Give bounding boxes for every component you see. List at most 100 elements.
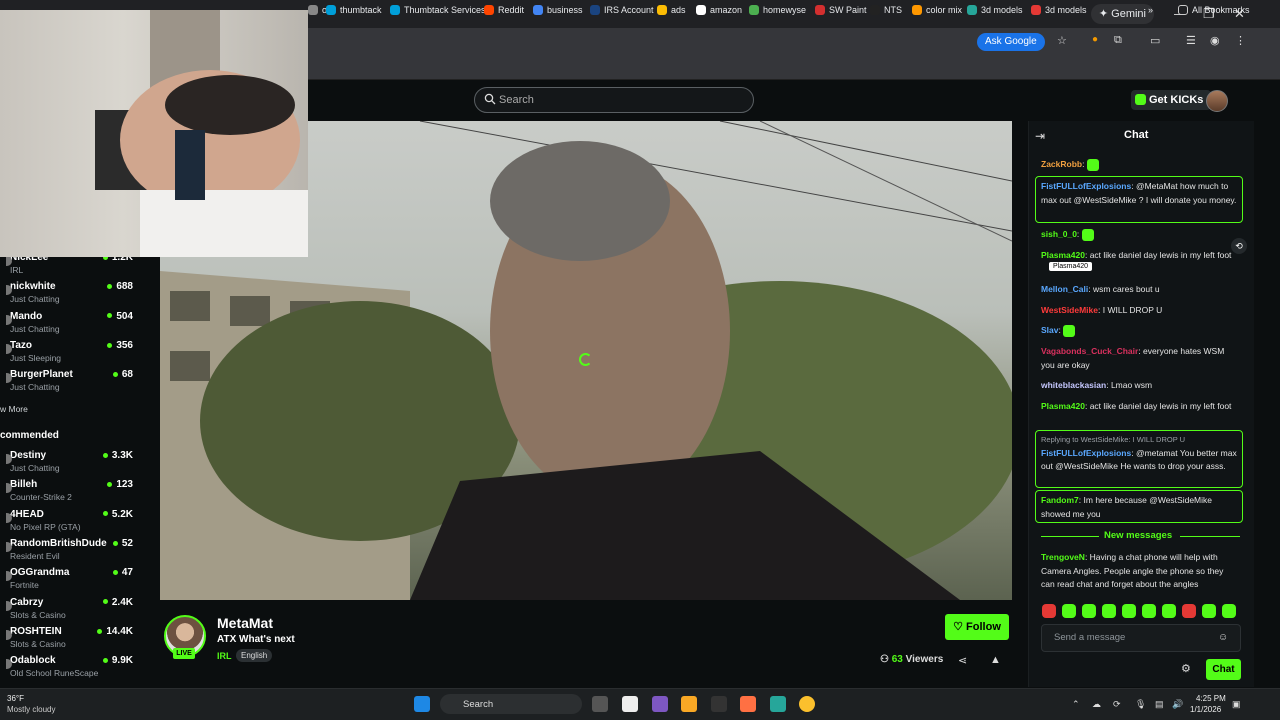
bookmark-item[interactable]: thumbtack xyxy=(326,5,382,15)
notification-icon[interactable]: ▣ xyxy=(1232,699,1241,710)
bookmark-item[interactable]: color mix xyxy=(912,5,962,15)
bookmark-item[interactable]: 3d models xyxy=(967,5,1023,15)
new-messages-banner[interactable]: New messages xyxy=(1104,530,1172,541)
app-icon[interactable] xyxy=(770,696,786,712)
chat-message[interactable]: Vagabonds_Cuck_Chair: everyone hates WSM… xyxy=(1041,345,1237,372)
emote-icon[interactable] xyxy=(1222,604,1236,618)
volume-icon[interactable]: 🔊 xyxy=(1172,699,1183,710)
chat-message[interactable]: whiteblackasian: Lmao wsm xyxy=(1041,379,1237,393)
chat-message[interactable]: Plasma420: act like daniel day lewis in … xyxy=(1041,249,1237,263)
chevron-up-icon[interactable]: ⌃ xyxy=(1072,699,1080,710)
emote-icon[interactable] xyxy=(1102,604,1116,618)
firefox-icon[interactable] xyxy=(740,696,756,712)
chat-message[interactable]: Mellon_Cali: wsm cares bout u xyxy=(1041,283,1237,297)
clock-date[interactable]: 1/1/2026 xyxy=(1190,705,1221,714)
warning-icon[interactable]: ▲ xyxy=(990,654,1001,666)
windows-start-icon[interactable] xyxy=(414,696,430,712)
chat-username[interactable]: FistFULLofExplosions xyxy=(1041,181,1131,191)
emote-icon[interactable] xyxy=(1082,604,1096,618)
sidebar-channel[interactable]: RandomBritishDude Resident Evil 52 xyxy=(6,538,134,561)
follow-button[interactable]: ♡ Follow xyxy=(945,614,1009,640)
user-avatar[interactable] xyxy=(1206,90,1228,112)
chat-message[interactable]: sish_0_0: xyxy=(1041,228,1237,242)
gear-icon[interactable]: ⚙ xyxy=(1181,662,1191,675)
chat-message[interactable]: TrengoveN: Having a chat phone will help… xyxy=(1041,551,1237,592)
chat-message[interactable]: ZackRobb: xyxy=(1041,158,1237,172)
chat-message[interactable]: Replying to WestSideMike: I WILL DROP U F… xyxy=(1041,433,1237,474)
emote-icon[interactable] xyxy=(1182,604,1196,618)
chat-username[interactable]: Fandom7 xyxy=(1041,495,1079,505)
weather-description[interactable]: Mostly cloudy xyxy=(7,705,55,714)
gemini-button[interactable]: ✦ Gemini xyxy=(1090,4,1154,24)
clock-time[interactable]: 4:25 PM xyxy=(1196,694,1226,703)
language-tag[interactable]: English xyxy=(236,649,273,662)
show-more-link[interactable]: w More xyxy=(0,404,28,414)
emote-icon[interactable] xyxy=(1122,604,1136,618)
copilot-icon[interactable] xyxy=(652,696,668,712)
bookmark-item[interactable]: homewyse xyxy=(749,5,806,15)
chevron-right-icon[interactable]: » xyxy=(1148,5,1153,15)
bookmark-item[interactable]: Reddit xyxy=(484,5,524,15)
sidebar-channel[interactable]: BurgerPlanet Just Chatting 68 xyxy=(6,369,134,392)
emote-icon[interactable] xyxy=(1142,604,1156,618)
sidebar-channel[interactable]: ROSHTEIN Slots & Casino 14.4K xyxy=(6,626,134,649)
stream-category[interactable]: IRL xyxy=(217,651,232,661)
profile-icon[interactable]: ◉ xyxy=(1210,34,1220,50)
chrome-icon[interactable] xyxy=(799,696,815,712)
collapse-chat-icon[interactable]: ⇥ xyxy=(1035,129,1045,143)
emote-icon[interactable] xyxy=(1042,604,1056,618)
chat-username[interactable]: Vagabonds_Cuck_Chair xyxy=(1041,346,1138,356)
cloud-icon[interactable]: ☁ xyxy=(1092,699,1101,710)
bookmark-item[interactable]: NTS xyxy=(870,5,902,15)
sidebar-channel[interactable]: Mando Just Chatting 504 xyxy=(6,311,134,334)
menu-icon[interactable]: ⋮ xyxy=(1235,34,1246,50)
sync-icon[interactable]: ⟳ xyxy=(1113,699,1121,710)
share-icon[interactable]: ⋖ xyxy=(958,654,967,667)
star-icon[interactable]: ☆ xyxy=(1057,34,1067,50)
weather-temperature[interactable]: 36°F xyxy=(7,694,24,703)
bookmark-item[interactable]: business xyxy=(533,5,583,15)
sidebar-channel[interactable]: Destiny Just Chatting 3.3K xyxy=(6,450,134,473)
puzzle-icon[interactable]: ⧉ xyxy=(1114,34,1122,50)
chat-message[interactable]: Fandom7: Im here because @WestSideMike s… xyxy=(1041,494,1237,521)
sidebar-channel[interactable]: OGGrandma Fortnite 47 xyxy=(6,567,134,590)
chat-username[interactable]: WestSideMike xyxy=(1041,305,1098,315)
chat-message[interactable]: Plasma420: act like daniel day lewis in … xyxy=(1041,400,1237,414)
sidebar-channel[interactable]: nickwhite Just Chatting 688 xyxy=(6,281,134,304)
sidebar-channel[interactable]: Cabrzy Slots & Casino 2.4K xyxy=(6,597,134,620)
chat-username[interactable]: ZackRobb xyxy=(1041,159,1082,169)
emoji-icon[interactable]: ☺ xyxy=(1218,632,1228,643)
task-view-icon[interactable] xyxy=(592,696,608,712)
file-explorer-icon[interactable] xyxy=(681,696,697,712)
sidebar-channel[interactable]: Tazo Just Sleeping 356 xyxy=(6,340,134,363)
notepad-icon[interactable] xyxy=(622,696,638,712)
restore-icon[interactable]: ⟲ xyxy=(1231,238,1247,254)
network-icon[interactable]: ▤ xyxy=(1155,699,1164,710)
send-chat-button[interactable]: Chat xyxy=(1206,659,1241,680)
chat-username[interactable]: Mellon_Cali xyxy=(1041,284,1088,294)
bookmark-item[interactable]: Thumbtack Services xyxy=(390,5,486,15)
ask-google-button[interactable]: Ask Google xyxy=(977,33,1045,51)
sidebar-channel[interactable]: 4HEAD No Pixel RP (GTA) 5.2K xyxy=(6,509,134,532)
extension-icon[interactable]: ● xyxy=(1092,34,1098,50)
chat-username[interactable]: TrengoveN xyxy=(1041,552,1085,562)
chat-message[interactable]: FistFULLofExplosions: @MetaMat how much … xyxy=(1041,180,1237,207)
chat-message[interactable]: Slav: xyxy=(1041,324,1237,338)
bookmark-item[interactable]: ads xyxy=(657,5,686,15)
reading-list-icon[interactable]: ☰ xyxy=(1186,34,1196,50)
channel-name[interactable]: MetaMat xyxy=(217,615,273,631)
chat-username[interactable]: Slav xyxy=(1041,325,1059,335)
chat-message[interactable]: WestSideMike: I WILL DROP U xyxy=(1041,304,1237,318)
sidebar-channel[interactable]: Odablock Old School RuneScape 9.9K xyxy=(6,655,134,678)
chat-username[interactable]: FistFULLofExplosions xyxy=(1041,448,1131,458)
bookmark-item[interactable]: SW Paint xyxy=(815,5,867,15)
taskbar-search[interactable] xyxy=(440,694,582,714)
bookmark-item[interactable]: IRS Account xyxy=(590,5,654,15)
emote-icon[interactable] xyxy=(1202,604,1216,618)
emote-icon[interactable] xyxy=(1162,604,1176,618)
app-icon[interactable] xyxy=(711,696,727,712)
chat-username[interactable]: sish_0_0 xyxy=(1041,229,1077,239)
chat-username[interactable]: whiteblackasian xyxy=(1041,380,1106,390)
emote-icon[interactable] xyxy=(1062,604,1076,618)
tab-search-icon[interactable]: ▭ xyxy=(1150,34,1160,50)
